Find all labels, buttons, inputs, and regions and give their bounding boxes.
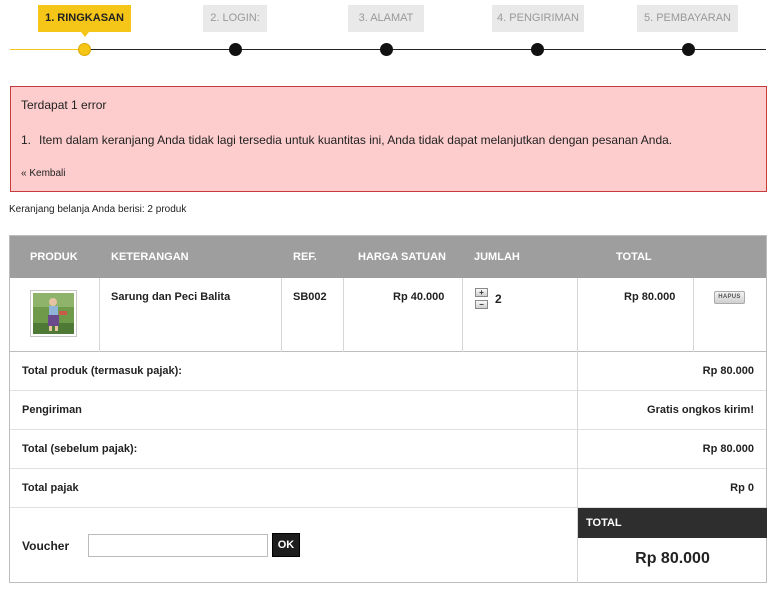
cart-table: PRODUK KETERANGAN REF. HARGA SATUAN JUML… [9, 235, 767, 583]
column-divider [577, 391, 578, 430]
product-name[interactable]: Sarung dan Peci Balita [111, 291, 230, 303]
summary-label: Pengiriman [22, 404, 82, 416]
header-product: PRODUK [30, 251, 78, 263]
column-divider [577, 278, 578, 352]
header-total: TOTAL [616, 251, 652, 263]
product-image [33, 293, 74, 334]
column-divider [99, 278, 100, 352]
summary-total-before-tax: Total (sebelum pajak): Rp 80.000 [10, 430, 766, 469]
steps-line-progress [10, 49, 85, 50]
header-qty: JUMLAH [474, 251, 520, 263]
summary-label: Total (sebelum pajak): [22, 443, 138, 455]
header-ref: REF. [293, 251, 317, 263]
column-divider [343, 278, 344, 352]
voucher-row: Voucher OK TOTAL Rp 80.000 [10, 508, 767, 583]
step-dot-1 [78, 43, 91, 56]
summary-value: Rp 80.000 [702, 443, 754, 455]
summary-shipping: Pengiriman Gratis ongkos kirim! [10, 391, 766, 430]
column-divider [462, 278, 463, 352]
grand-total-label: TOTAL [578, 508, 767, 538]
grand-total-value: Rp 80.000 [635, 550, 710, 567]
header-unit-price: HARGA SATUAN [358, 251, 446, 263]
product-unit-price: Rp 40.000 [393, 291, 445, 303]
cart-summary-text: Keranjang belanja Anda berisi: 2 produk [9, 204, 187, 215]
summary-value: Gratis ongkos kirim! [647, 404, 754, 416]
error-item-number: 1. [21, 133, 32, 147]
error-title: Terdapat 1 error [21, 98, 107, 112]
step-tab-pengiriman[interactable]: 4. PENGIRIMAN [492, 5, 584, 32]
product-total: Rp 80.000 [624, 291, 676, 303]
column-divider [693, 278, 694, 352]
step-dot-4 [531, 43, 544, 56]
back-link[interactable]: « Kembali [21, 168, 65, 179]
summary-value: Rp 80.000 [702, 365, 754, 377]
qty-increase-button[interactable]: + [475, 288, 488, 297]
summary-value: Rp 0 [730, 482, 754, 494]
step-tab-pembayaran[interactable]: 5. PEMBAYARAN [637, 5, 738, 32]
error-item-text: Item dalam keranjang Anda tidak lagi ter… [39, 133, 673, 147]
step-dot-2 [229, 43, 242, 56]
step-tab-ringkasan[interactable]: 1. RINGKASAN [38, 5, 131, 37]
step-dot-5 [682, 43, 695, 56]
remove-button[interactable]: HAPUS [714, 291, 745, 304]
column-divider [577, 430, 578, 469]
step-dot-3 [380, 43, 393, 56]
summary-products-total: Total produk (termasuk pajak): Rp 80.000 [10, 352, 766, 391]
grand-total-box: TOTAL Rp 80.000 [577, 508, 767, 583]
summary-label: Total produk (termasuk pajak): [22, 365, 182, 377]
product-thumbnail[interactable] [30, 290, 77, 337]
qty-decrease-button[interactable]: − [475, 300, 488, 309]
product-qty: 2 [495, 292, 502, 306]
table-row: Sarung dan Peci Balita SB002 Rp 40.000 +… [10, 278, 766, 352]
header-description: KETERANGAN [111, 251, 189, 263]
product-ref: SB002 [293, 291, 327, 303]
error-box: Terdapat 1 error 1. Item dalam keranjang … [10, 86, 767, 192]
summary-label: Total pajak [22, 482, 79, 494]
checkout-steps: 1. RINGKASAN 2. LOGIN: 3. ALAMAT 4. PENG… [0, 0, 774, 64]
column-divider [577, 352, 578, 391]
voucher-input[interactable] [88, 534, 268, 557]
summary-tax-total: Total pajak Rp 0 [10, 469, 766, 508]
voucher-ok-button[interactable]: OK [272, 533, 300, 557]
step-tab-alamat[interactable]: 3. ALAMAT [348, 5, 424, 32]
error-item: 1. Item dalam keranjang Anda tidak lagi t… [21, 133, 672, 147]
cart-table-header: PRODUK KETERANGAN REF. HARGA SATUAN JUML… [10, 236, 766, 278]
step-tab-login[interactable]: 2. LOGIN: [203, 5, 267, 32]
column-divider [577, 469, 578, 508]
column-divider [281, 278, 282, 352]
voucher-label: Voucher [22, 539, 70, 553]
